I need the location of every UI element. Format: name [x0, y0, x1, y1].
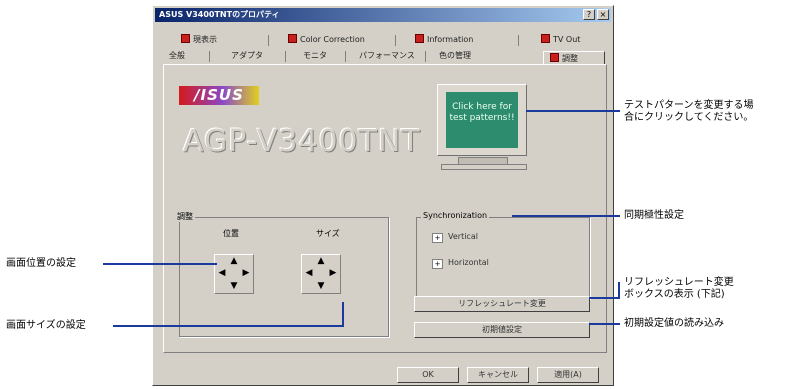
- logo-text: /ISUS: [194, 86, 244, 104]
- refresh-rate-button[interactable]: リフレッシュレート変更: [414, 296, 590, 312]
- product-name: AGP-V3400TNT: [183, 124, 421, 159]
- callout-line-size: [113, 325, 344, 327]
- tab-label: 現表示: [193, 35, 217, 44]
- tab-label: Information: [427, 35, 474, 44]
- annotation-sync-polarity: 同期極性設定: [624, 210, 684, 221]
- position-down-icon[interactable]: ▼: [229, 282, 239, 291]
- vertical-label: Vertical: [448, 232, 478, 241]
- title-bar[interactable]: ASUS V3400TNTのプロパティ ? ×: [155, 8, 611, 22]
- properties-dialog: ASUS V3400TNTのプロパティ ? × 現表示 Color Correc…: [152, 5, 614, 386]
- test-pattern-button[interactable]: Click here for test patterns!!: [446, 92, 518, 148]
- tab-display[interactable]: 現表示: [181, 33, 217, 46]
- size-pad: ▲ ◀ ▶ ▼: [301, 254, 341, 294]
- annotation-line: 合にクリックしてください。: [624, 112, 754, 123]
- adjust-group-label: 調整: [175, 211, 195, 222]
- callout-line-position: [103, 263, 217, 265]
- tab-color-management[interactable]: 色の管理: [439, 49, 471, 62]
- position-label: 位置: [223, 229, 239, 238]
- annotation-test-pattern: テストパターンを変更する場 合にクリックしてください。: [624, 100, 754, 124]
- window-title: ASUS V3400TNTのプロパティ: [159, 10, 280, 19]
- tab-label: 調整: [562, 54, 578, 63]
- annotation-load-defaults: 初期設定値の読み込み: [624, 318, 724, 329]
- annotation-line: ボックスの表示 (下記): [624, 289, 725, 300]
- vertical-checkbox[interactable]: +: [432, 233, 443, 243]
- close-button[interactable]: ×: [597, 9, 609, 20]
- tab-icon: [415, 34, 424, 43]
- apply-button[interactable]: 適用(A): [537, 367, 599, 383]
- position-pad: ▲ ◀ ▶ ▼: [214, 254, 254, 294]
- tab-divider: [518, 35, 519, 46]
- size-right-icon[interactable]: ▶: [328, 269, 338, 278]
- size-up-icon[interactable]: ▲: [316, 257, 326, 266]
- adjust-group: [179, 217, 389, 337]
- tab-information[interactable]: Information: [415, 33, 473, 46]
- size-left-icon[interactable]: ◀: [304, 269, 314, 278]
- tab-divider: [425, 51, 426, 62]
- tab-divider: [285, 51, 286, 62]
- position-right-icon[interactable]: ▶: [241, 269, 251, 278]
- sync-group-label: Synchronization: [421, 211, 490, 220]
- tab-icon: [550, 53, 559, 62]
- tab-performance[interactable]: パフォーマンス: [359, 49, 415, 62]
- sync-group: [416, 217, 590, 299]
- horizontal-checkbox[interactable]: +: [432, 259, 443, 269]
- tab-label: TV Out: [553, 35, 581, 44]
- tab-icon: [288, 34, 297, 43]
- annotation-line: リフレッシュレート変更: [624, 277, 734, 288]
- size-label: サイズ: [316, 229, 340, 238]
- position-up-icon[interactable]: ▲: [229, 257, 239, 266]
- asus-logo: /ISUS: [179, 86, 259, 105]
- callout-line-test-pattern: [526, 110, 620, 112]
- ok-button[interactable]: OK: [397, 367, 459, 383]
- annotation-screen-size: 画面サイズの設定: [6, 320, 86, 331]
- tab-general[interactable]: 全般: [169, 49, 185, 62]
- help-button[interactable]: ?: [583, 9, 595, 20]
- size-down-icon[interactable]: ▼: [316, 282, 326, 291]
- callout-line-refresh: [589, 297, 620, 299]
- cancel-button[interactable]: キャンセル: [467, 367, 529, 383]
- callout-line-size-vertical: [342, 302, 344, 326]
- monitor-base: [441, 164, 527, 170]
- position-left-icon[interactable]: ◀: [217, 269, 227, 278]
- tab-icon: [181, 34, 190, 43]
- tab-adapter[interactable]: アダプタ: [231, 49, 263, 62]
- tab-divider: [209, 51, 210, 62]
- tab-divider: [268, 35, 269, 46]
- tab-label: Color Correction: [300, 35, 365, 44]
- defaults-button[interactable]: 初期値設定: [414, 322, 590, 338]
- tab-divider: [395, 35, 396, 46]
- tab-divider: [345, 51, 346, 62]
- tab-adjust[interactable]: 調整: [543, 51, 605, 65]
- annotation-line: テストパターンを変更する場: [624, 100, 754, 111]
- monitor-image: Click here for test patterns!!: [437, 84, 527, 156]
- callout-line-defaults: [589, 323, 620, 325]
- callout-line-sync: [512, 215, 620, 217]
- horizontal-label: Horizontal: [448, 258, 489, 267]
- tab-tv-out[interactable]: TV Out: [541, 33, 580, 46]
- tab-monitor[interactable]: モニタ: [303, 49, 327, 62]
- annotation-refresh-box: リフレッシュレート変更 ボックスの表示 (下記): [624, 277, 734, 301]
- callout-line-refresh-vertical: [618, 282, 620, 299]
- tab-color-correction[interactable]: Color Correction: [288, 33, 365, 46]
- tab-icon: [541, 34, 550, 43]
- annotation-screen-position: 画面位置の設定: [6, 258, 76, 269]
